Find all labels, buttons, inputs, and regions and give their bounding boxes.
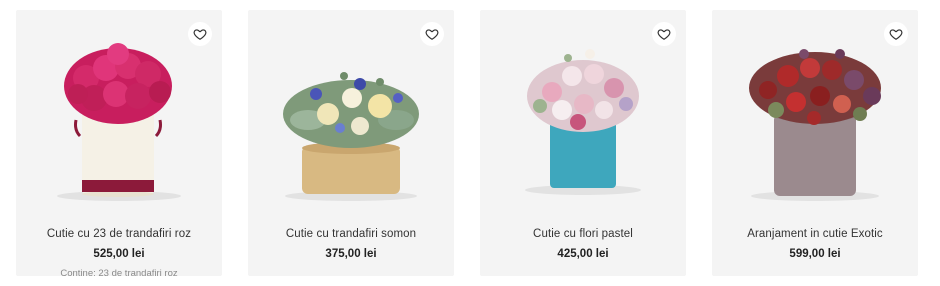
product-price: 375,00 lei xyxy=(325,248,377,260)
product-contents: Contine: 23 de trandafiri roz xyxy=(60,268,178,279)
favorite-button[interactable] xyxy=(188,22,212,46)
product-card[interactable]: Aranjament in cutie Exotic 599,00 lei xyxy=(712,10,918,276)
heart-icon xyxy=(657,29,671,40)
heart-icon xyxy=(193,29,207,40)
product-price: 599,00 lei xyxy=(789,248,841,260)
product-price: 425,00 lei xyxy=(557,248,609,260)
product-card[interactable]: Cutie cu trandafiri somon 375,00 lei xyxy=(248,10,454,276)
product-name[interactable]: Cutie cu flori pastel xyxy=(480,228,686,240)
product-price: 525,00 lei xyxy=(93,248,145,260)
heart-icon xyxy=(889,29,903,40)
favorite-button[interactable] xyxy=(420,22,444,46)
favorite-button[interactable] xyxy=(884,22,908,46)
product-name[interactable]: Aranjament in cutie Exotic xyxy=(712,228,918,240)
favorite-button[interactable] xyxy=(652,22,676,46)
product-card[interactable]: Cutie cu flori pastel 425,00 lei xyxy=(480,10,686,276)
product-card[interactable]: Cutie cu 23 de trandafiri roz 525,00 lei… xyxy=(16,10,222,279)
product-name[interactable]: Cutie cu trandafiri somon xyxy=(248,228,454,240)
product-name[interactable]: Cutie cu 23 de trandafiri roz xyxy=(16,228,222,240)
heart-icon xyxy=(425,29,439,40)
